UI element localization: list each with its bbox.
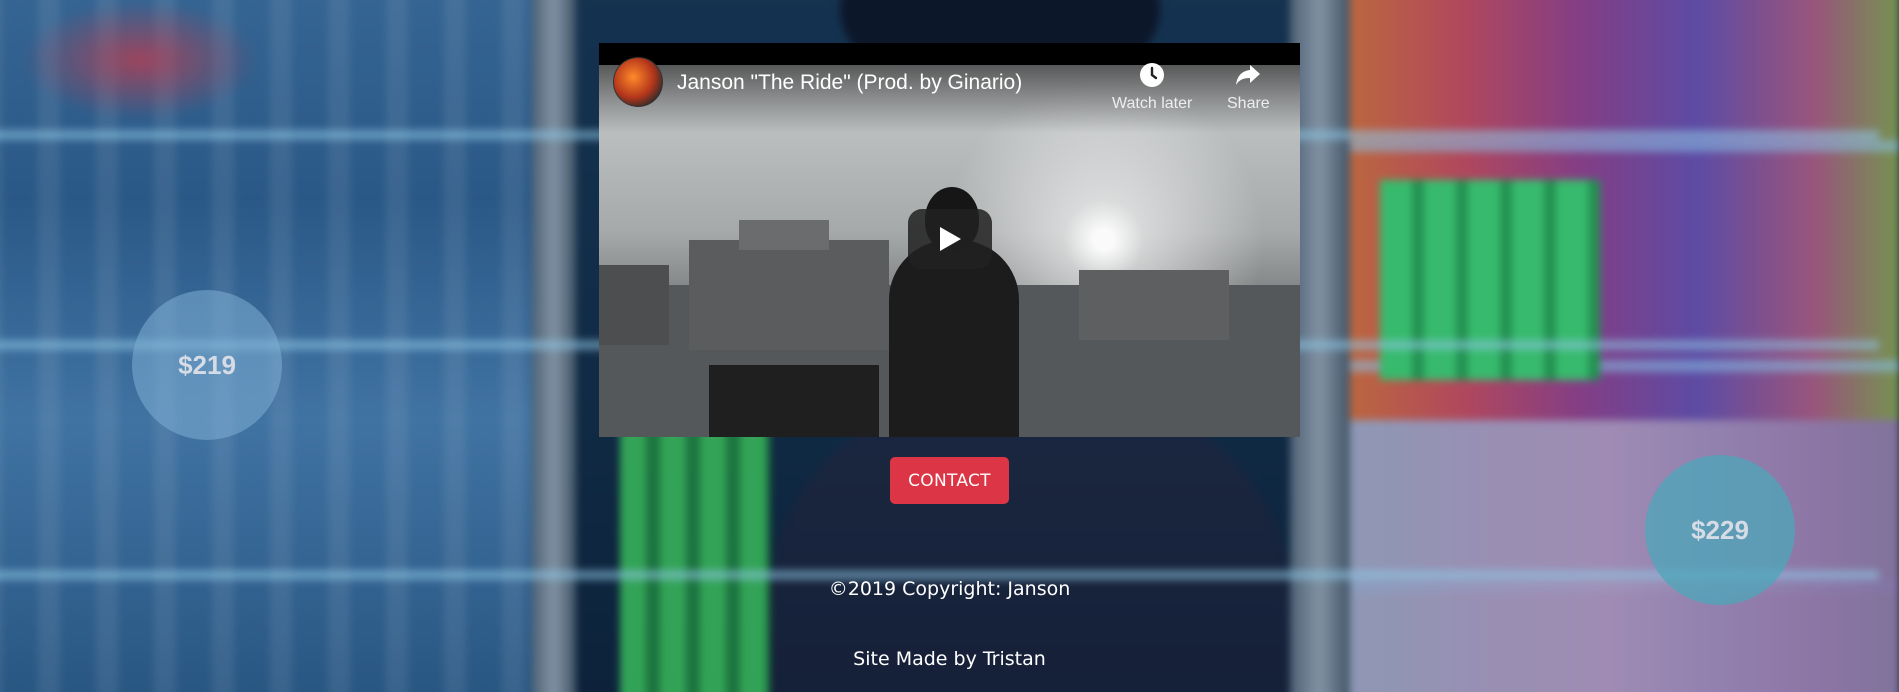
video-embed[interactable]: Janson "The Ride" (Prod. by Ginario) Wat… bbox=[599, 43, 1300, 437]
watch-later-label: Watch later bbox=[1112, 95, 1193, 112]
share-label: Share bbox=[1227, 95, 1270, 112]
contact-button[interactable]: CONTACT bbox=[890, 457, 1009, 504]
play-button[interactable] bbox=[908, 209, 992, 269]
copyright-text: ©2019 Copyright: Janson bbox=[828, 578, 1071, 600]
channel-avatar[interactable] bbox=[613, 57, 663, 107]
video-title[interactable]: Janson "The Ride" (Prod. by Ginario) bbox=[677, 71, 1022, 95]
watch-later-button[interactable]: Watch later bbox=[1112, 61, 1192, 113]
page: $219 $229 Janson "The Ride" (Prod. by Gi… bbox=[0, 0, 1899, 692]
play-icon bbox=[937, 225, 963, 253]
share-button[interactable]: Share bbox=[1227, 61, 1270, 113]
site-credit-text: Site Made by Tristan bbox=[853, 648, 1046, 670]
clock-icon bbox=[1138, 61, 1166, 89]
share-arrow-icon bbox=[1234, 61, 1262, 89]
